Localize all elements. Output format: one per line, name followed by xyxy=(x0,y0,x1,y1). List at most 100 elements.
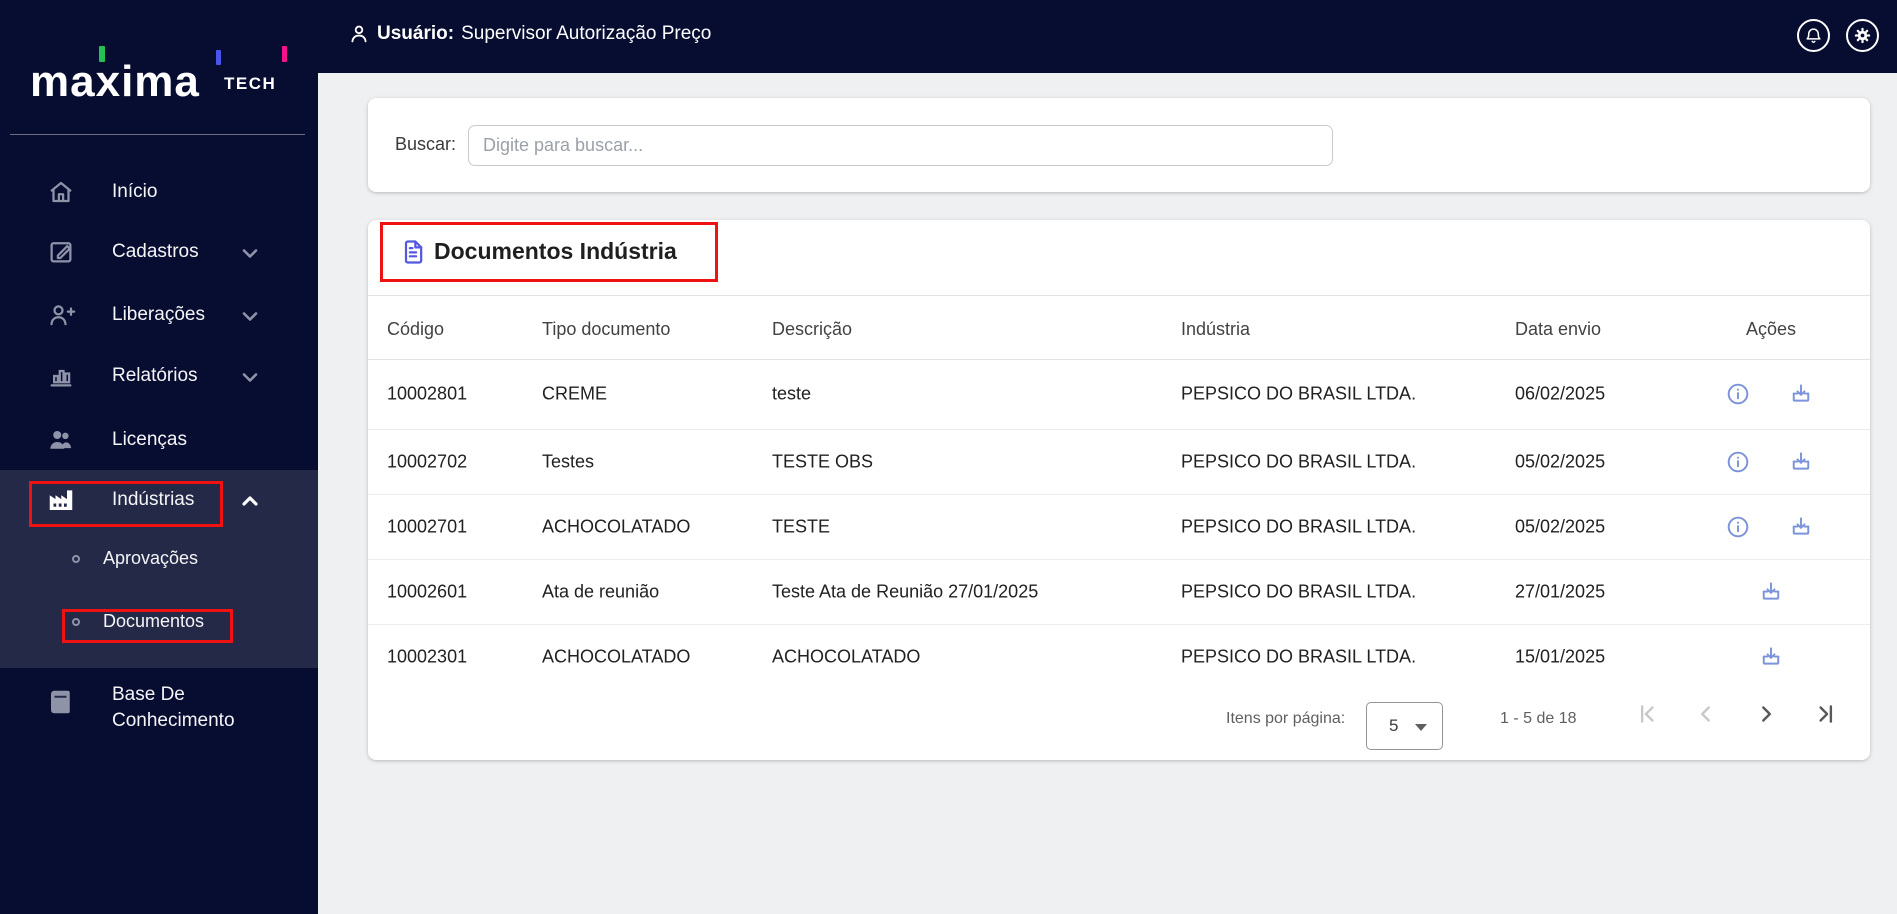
first-page-icon[interactable] xyxy=(1634,701,1660,727)
sidebar-item-licencas[interactable]: Licenças xyxy=(0,422,318,458)
download-icon[interactable] xyxy=(1788,514,1814,540)
sidebar-item-label: Relatórios xyxy=(112,365,198,386)
column-header-descricao: Descrição xyxy=(772,319,853,339)
info-icon[interactable] xyxy=(1725,514,1751,540)
table-row: 10002301 ACHOCOLATADO ACHOCOLATADO PEPSI… xyxy=(368,624,1870,690)
sidebar-item-label: Base De Conhecimento xyxy=(112,684,235,731)
column-header-data-envio: Data envio xyxy=(1515,319,1602,339)
select-caret-icon xyxy=(1415,724,1427,731)
cell-data-envio: 05/02/2025 xyxy=(1515,516,1606,536)
cell-codigo: 10002601 xyxy=(387,581,468,601)
cell-descricao: ACHOCOLATADO xyxy=(772,646,921,667)
cell-industria: PEPSICO DO BRASIL LTDA. xyxy=(1181,646,1417,667)
sidebar-item-cadastros[interactable]: Cadastros xyxy=(0,234,318,270)
brand-logo: maxima TECH xyxy=(0,0,318,135)
table-row: 10002801 CREME teste PEPSICO DO BRASIL L… xyxy=(368,359,1870,429)
sidebar-item-relatorios[interactable]: Relatórios xyxy=(0,358,318,394)
column-header-acoes: Ações xyxy=(1746,319,1797,339)
sidebar-item-base-de-conhecimento[interactable]: Base De Conhecimento xyxy=(0,675,318,731)
sidebar-item-label: Cadastros xyxy=(112,241,199,262)
bullet-icon xyxy=(72,555,80,563)
table-row: 10002601 Ata de reunião Teste Ata de Reu… xyxy=(368,559,1870,624)
table-title: Documentos Indústria xyxy=(434,238,677,264)
table-row: 10002701 ACHOCOLATADO TESTE PEPSICO DO B… xyxy=(368,494,1870,559)
cell-industria: PEPSICO DO BRASIL LTDA. xyxy=(1181,451,1417,471)
sidebar-subitem-label: Documentos xyxy=(103,611,205,631)
bar-chart-icon xyxy=(50,369,72,387)
sidebar-subitem-aprovacoes[interactable]: Aprovações xyxy=(0,546,318,574)
sidebar-item-label: Início xyxy=(112,181,158,202)
cell-codigo: 10002301 xyxy=(387,646,468,667)
cell-data-envio: 15/01/2025 xyxy=(1515,646,1606,667)
chevron-up-icon xyxy=(242,496,258,506)
gear-icon xyxy=(1854,27,1871,44)
chevron-down-icon xyxy=(242,249,258,258)
column-header-codigo: Código xyxy=(387,319,445,339)
cell-tipo-documento: CREME xyxy=(542,383,608,404)
pagination-bar: Itens por página: 5 1 - 5 de 18 xyxy=(368,690,1870,760)
chevron-down-icon xyxy=(242,312,258,321)
settings-button[interactable] xyxy=(1846,19,1879,52)
sidebar-item-industrias[interactable]: Indústrias xyxy=(0,482,318,518)
next-page-icon[interactable] xyxy=(1753,701,1779,727)
cell-industria: PEPSICO DO BRASIL LTDA. xyxy=(1181,581,1417,601)
search-label: Buscar: xyxy=(395,134,457,154)
cell-descricao: TESTE OBS xyxy=(772,451,874,471)
notifications-button[interactable] xyxy=(1797,19,1830,52)
cell-codigo: 10002801 xyxy=(387,383,468,404)
pagination-range: 1 - 5 de 18 xyxy=(1500,710,1577,727)
sidebar-item-label: Indústrias xyxy=(112,489,195,510)
info-icon[interactable] xyxy=(1725,381,1751,407)
cell-descricao: Teste Ata de Reunião 27/01/2025 xyxy=(772,581,1039,601)
cell-industria: PEPSICO DO BRASIL LTDA. xyxy=(1181,383,1417,404)
cell-descricao: teste xyxy=(772,383,812,404)
download-icon[interactable] xyxy=(1788,381,1814,407)
divider xyxy=(368,295,1870,296)
items-per-page-label: Itens por página: xyxy=(1226,710,1346,727)
search-card: Buscar: xyxy=(368,98,1870,192)
person-add-icon xyxy=(50,305,76,326)
brand-name: maxima xyxy=(30,57,200,106)
table-row: 10002702 Testes TESTE OBS PEPSICO DO BRA… xyxy=(368,429,1870,494)
book-icon xyxy=(51,690,70,714)
sidebar-divider xyxy=(10,134,305,135)
cell-tipo-documento: ACHOCOLATADO xyxy=(542,516,691,536)
sidebar-item-label: Liberações xyxy=(112,304,205,325)
table-title-row: Documentos Indústria xyxy=(368,220,1870,295)
user-label: Usuário: xyxy=(377,23,455,44)
sidebar-item-liberacoes[interactable]: Liberações xyxy=(0,297,318,333)
column-header-tipo-documento: Tipo documento xyxy=(542,319,671,339)
sidebar-item-inicio[interactable]: Início xyxy=(0,174,318,210)
cell-tipo-documento: Testes xyxy=(542,451,595,471)
previous-page-icon[interactable] xyxy=(1693,701,1719,727)
column-header-industria: Indústria xyxy=(1181,319,1251,339)
edit-square-icon xyxy=(50,242,72,263)
cell-industria: PEPSICO DO BRASIL LTDA. xyxy=(1181,516,1417,536)
info-icon[interactable] xyxy=(1725,449,1751,475)
sidebar-item-label: Licenças xyxy=(112,429,187,450)
cell-data-envio: 06/02/2025 xyxy=(1515,383,1606,404)
cell-data-envio: 27/01/2025 xyxy=(1515,581,1606,601)
download-icon[interactable] xyxy=(1788,449,1814,475)
app-window: « Usuário: Supervisor Autorização Preço xyxy=(0,0,1897,914)
sidebar-subitem-documentos[interactable]: Documentos xyxy=(0,609,318,637)
download-icon[interactable] xyxy=(1758,644,1784,670)
search-input[interactable] xyxy=(468,125,1333,166)
download-icon[interactable] xyxy=(1758,579,1784,605)
bullet-icon xyxy=(72,618,80,626)
sidebar-subitem-label: Aprovações xyxy=(103,548,199,568)
items-per-page-select[interactable]: 5 xyxy=(1366,702,1443,750)
sidebar: maxima TECH Início Cadastros Liberações … xyxy=(0,0,318,914)
people-icon xyxy=(50,431,72,449)
cell-tipo-documento: ACHOCOLATADO xyxy=(542,646,691,667)
cell-codigo: 10002701 xyxy=(387,516,468,536)
brand-name-suffix: TECH xyxy=(224,74,277,93)
user-icon xyxy=(351,25,367,43)
last-page-icon[interactable] xyxy=(1813,701,1839,727)
cell-descricao: TESTE xyxy=(772,516,831,536)
cell-data-envio: 05/02/2025 xyxy=(1515,451,1606,471)
factory-icon xyxy=(49,490,73,510)
logo-blue-tick xyxy=(216,50,221,65)
home-icon xyxy=(50,181,72,203)
document-icon xyxy=(404,240,423,264)
